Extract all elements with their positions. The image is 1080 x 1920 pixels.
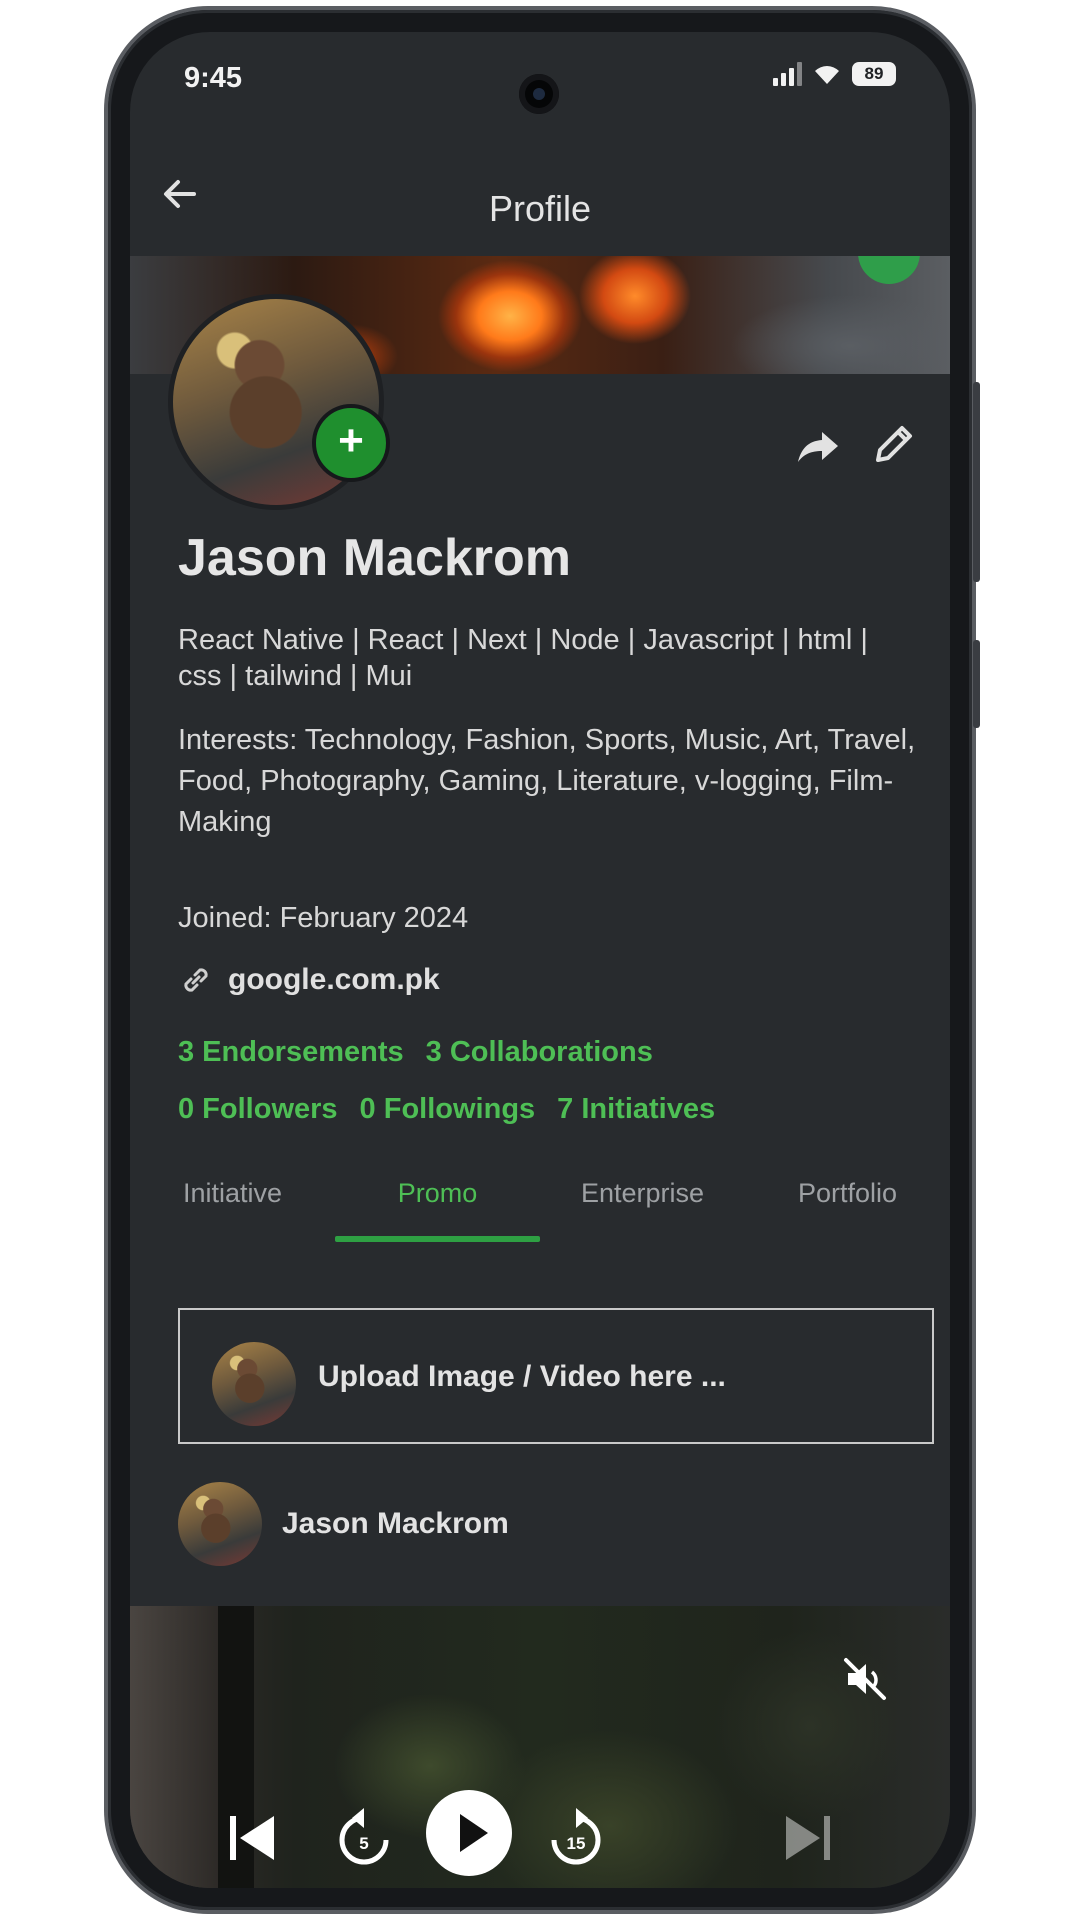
page-title: Profile (488, 188, 592, 229)
wifi-icon (815, 66, 839, 84)
replay-seconds: 5 (359, 1834, 369, 1853)
profile-interests: Interests: Technology, Fashion, Sports, … (178, 724, 916, 838)
cover-badge (858, 256, 920, 284)
status-icons: 89 (773, 62, 896, 86)
video-player[interactable]: 5 15 (130, 1606, 950, 1888)
website-link[interactable]: google.com.pk (178, 962, 440, 998)
followings-stat[interactable]: 0 Followings (360, 1093, 536, 1126)
post-header[interactable]: Jason Mackrom (178, 1482, 509, 1566)
upload-avatar (212, 1342, 296, 1426)
upload-box[interactable]: Upload Image / Video here ... (178, 1308, 934, 1444)
battery-icon: 89 (852, 62, 896, 86)
post-author-name: Jason Mackrom (282, 1507, 509, 1540)
app-bar: Profile (130, 142, 950, 252)
stats-row-2: 0 Followers 0 Followings 7 Initiatives (178, 1093, 715, 1126)
video-controls: 5 15 (130, 1790, 950, 1886)
power-button (973, 640, 980, 728)
profile-bio: React Native | React | Next | Node | Jav… (178, 624, 868, 692)
skip-previous-icon[interactable] (226, 1812, 278, 1864)
front-camera (519, 74, 559, 114)
website-text: google.com.pk (228, 963, 440, 996)
tab-portfolio[interactable]: Portfolio (745, 1164, 950, 1242)
profile-name: Jason Mackrom (178, 529, 572, 587)
signal-icon (773, 62, 802, 86)
forward-seconds: 15 (566, 1834, 586, 1853)
joined-date: Joined: February 2024 (178, 902, 469, 934)
link-icon (184, 968, 208, 992)
share-icon[interactable] (796, 424, 840, 468)
endorsements-stat[interactable]: 3 Endorsements (178, 1036, 404, 1069)
profile-tabs: Initiative Promo Enterprise Portfolio (130, 1164, 950, 1242)
volume-button (973, 382, 980, 582)
screen: 9:45 89 Profile + Jason Mackrom React Na… (130, 32, 950, 1888)
stats-row-1: 3 Endorsements 3 Collaborations (178, 1036, 653, 1069)
followers-stat[interactable]: 0 Followers (178, 1093, 338, 1126)
upload-prompt: Upload Image / Video here ... (318, 1360, 726, 1393)
play-button[interactable] (426, 1790, 512, 1876)
play-icon (460, 1814, 488, 1852)
add-icon[interactable]: + (312, 404, 390, 482)
status-bar: 9:45 89 (130, 32, 950, 122)
tab-initiative[interactable]: Initiative (130, 1164, 335, 1242)
tab-enterprise[interactable]: Enterprise (540, 1164, 745, 1242)
post-author-avatar (178, 1482, 262, 1566)
mute-icon[interactable] (842, 1656, 888, 1702)
forward-15-control[interactable]: 15 (546, 1806, 606, 1868)
edit-pencil-icon[interactable] (870, 420, 918, 468)
collaborations-stat[interactable]: 3 Collaborations (426, 1036, 653, 1069)
tab-promo[interactable]: Promo (335, 1164, 540, 1242)
replay-5-control[interactable]: 5 (334, 1806, 394, 1868)
skip-next-icon[interactable] (782, 1812, 834, 1864)
phone-frame: 9:45 89 Profile + Jason Mackrom React Na… (108, 10, 980, 1910)
status-time: 9:45 (184, 62, 243, 94)
initiatives-stat[interactable]: 7 Initiatives (557, 1093, 715, 1126)
